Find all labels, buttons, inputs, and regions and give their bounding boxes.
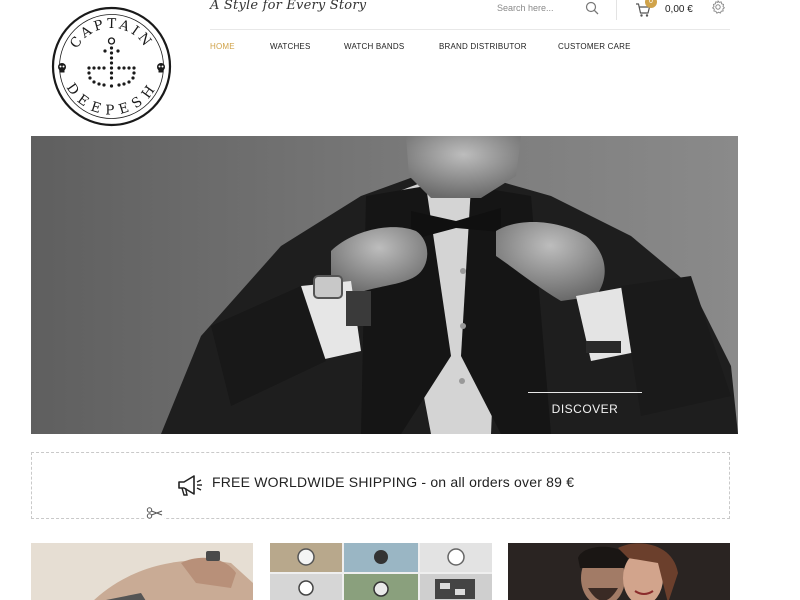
gear-icon[interactable] <box>711 0 725 14</box>
nav-item-brand-distributor[interactable]: BRAND DISTRIBUTOR <box>439 42 527 51</box>
hero-image <box>31 136 738 434</box>
cart-button[interactable]: 0 0,00 € <box>635 0 695 22</box>
discover-underline <box>528 392 642 393</box>
header-rule <box>210 29 730 30</box>
shipping-banner: FREE WORLDWIDE SHIPPING - on all orders … <box>31 452 730 519</box>
category-tile-3[interactable] <box>508 543 730 600</box>
shipping-text: FREE WORLDWIDE SHIPPING - on all orders … <box>212 474 575 490</box>
scissors-icon <box>146 507 164 519</box>
nav-item-customer-care[interactable]: CUSTOMER CARE <box>558 42 631 51</box>
category-tile-2[interactable] <box>270 543 492 600</box>
anchor-icon <box>87 37 136 88</box>
category-image-2 <box>270 543 492 600</box>
nav-item-watch-bands[interactable]: WATCH BANDS <box>344 42 404 51</box>
category-tile-1[interactable] <box>31 543 253 600</box>
search-box[interactable] <box>497 0 603 16</box>
site-logo[interactable]: CAPTAIN DEEPESH <box>51 6 172 127</box>
search-icon[interactable] <box>585 1 599 15</box>
megaphone-icon <box>178 475 202 496</box>
discover-button[interactable]: DISCOVER <box>528 392 642 418</box>
logo-emblem: CAPTAIN DEEPESH <box>51 6 172 127</box>
header-divider <box>616 0 617 20</box>
site-tagline: A Style for Every Story <box>210 0 367 13</box>
cart-count-badge: 0 <box>645 0 657 8</box>
hero-banner[interactable]: DISCOVER <box>31 136 738 434</box>
discover-label: DISCOVER <box>551 402 619 416</box>
logo-top-text: CAPTAIN <box>67 16 153 52</box>
category-image-3 <box>508 543 730 600</box>
search-input[interactable] <box>497 0 577 16</box>
category-image-1 <box>31 543 253 600</box>
nav-item-home[interactable]: HOME <box>210 42 235 51</box>
cart-total: 0,00 € <box>665 4 693 15</box>
svg-text:CAPTAIN: CAPTAIN <box>67 16 156 52</box>
nav-item-watches[interactable]: WATCHES <box>270 42 311 51</box>
